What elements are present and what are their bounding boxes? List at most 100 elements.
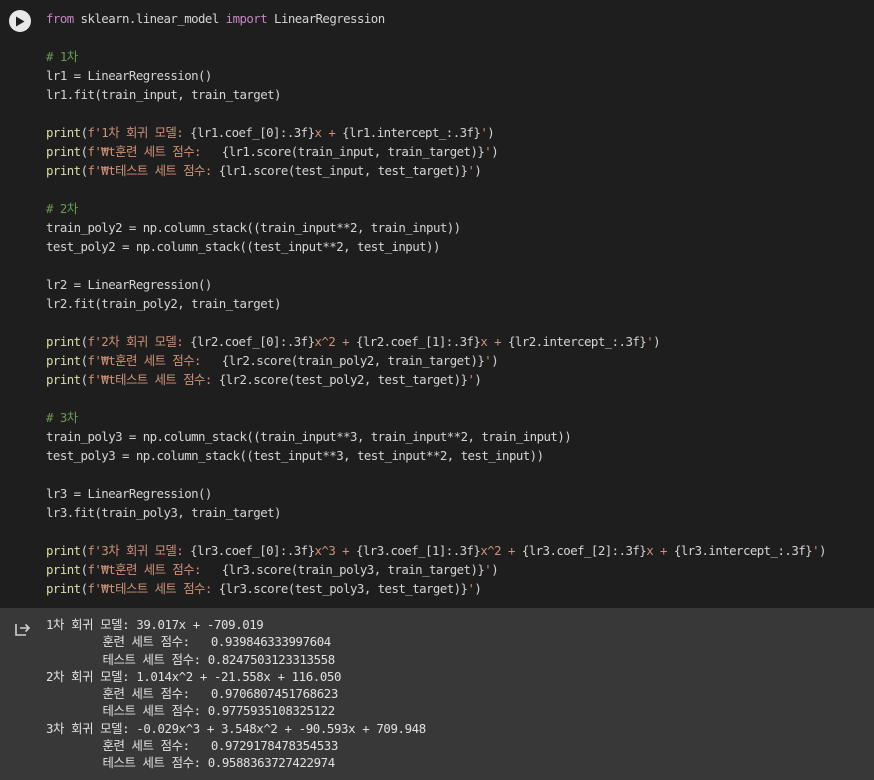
code-line: print(f'3차 회귀 모델: {lr3.coef_[0]:.3f}x^3 …: [46, 541, 826, 560]
code-token: ): [487, 125, 495, 140]
code-token: {lr2.score(train_poly2, train_target)}: [221, 353, 485, 368]
code-line: print(f'₩t테스트 세트 점수: {lr2.score(test_pol…: [46, 370, 826, 389]
code-token: f'₩t테스트 세트 점수:: [87, 581, 219, 596]
code-line: print(f'2차 회귀 모델: {lr2.coef_[0]:.3f}x^2 …: [46, 332, 826, 351]
code-token: lr1 = LinearRegression(): [46, 68, 212, 83]
code-token: {lr3.coef_[0]:.3f}: [190, 543, 315, 558]
code-line: lr1 = LinearRegression(): [46, 66, 826, 85]
code-token: # 2차: [46, 201, 78, 216]
code-line: lr2 = LinearRegression(): [46, 275, 826, 294]
code-token: {lr3.coef_[1]:.3f}: [355, 543, 481, 558]
output-line: 훈련 세트 점수: 0.939846333997604: [46, 634, 331, 650]
code-token: x +: [646, 543, 674, 558]
code-token: lr2 = LinearRegression(): [46, 277, 212, 292]
code-token: print: [46, 581, 81, 596]
code-token: {lr2.coef_[0]:.3f}: [190, 334, 315, 349]
code-token: {lr3.score(train_poly3, train_target)}: [221, 562, 485, 577]
code-token: print: [46, 334, 81, 349]
run-cell-button[interactable]: [9, 10, 31, 32]
code-token: import: [225, 11, 268, 26]
output-line: 테스트 세트 점수: 0.9588363727422974: [46, 755, 335, 771]
code-token: x^2 +: [480, 543, 522, 558]
output-line: 테스트 세트 점수: 0.8247503123313558: [46, 651, 335, 667]
code-token: f'₩t훈련 세트 점수:: [87, 144, 222, 159]
code-token: {lr2.coef_[1]:.3f}: [355, 334, 481, 349]
code-token: f'₩t훈련 세트 점수:: [87, 353, 222, 368]
code-token: ): [653, 334, 661, 349]
code-token: {lr3.score(test_poly3, test_target)}: [218, 581, 468, 596]
code-token: {lr1.score(train_input, train_target)}: [221, 144, 485, 159]
play-icon: [16, 16, 25, 26]
notebook-cell: from sklearn.linear_model import LinearR…: [0, 0, 874, 780]
output-line: 3차 회귀 모델: -0.029x^3 + 3.548x^2 + -90.593…: [46, 720, 426, 736]
output-text: 1차 회귀 모델: 39.017x + -709.019 훈련 세트 점수: 0…: [46, 616, 426, 772]
code-token: ): [474, 581, 482, 596]
code-token: ): [491, 562, 499, 577]
code-line: print(f'₩t훈련 세트 점수: {lr2.score(train_pol…: [46, 351, 826, 370]
code-token: f'2차 회귀 모델:: [87, 334, 191, 349]
code-line: print(f'₩t훈련 세트 점수: {lr3.score(train_pol…: [46, 560, 826, 579]
code-token: from: [46, 11, 74, 26]
code-line: train_poly3 = np.column_stack((train_inp…: [46, 427, 826, 446]
output-line: 2차 회귀 모델: 1.014x^2 + -21.558x + 116.050: [46, 668, 342, 684]
code-line: lr2.fit(train_poly2, train_target): [46, 294, 826, 313]
code-token: f'1차 회귀 모델:: [87, 125, 191, 140]
code-token: print: [46, 562, 81, 577]
code-token: x +: [314, 125, 343, 140]
code-line: print(f'₩t테스트 세트 점수: {lr3.score(test_pol…: [46, 579, 826, 598]
code-token: x^3 +: [314, 543, 356, 558]
code-token: # 3차: [46, 410, 78, 425]
output-line: 훈련 세트 점수: 0.9729178478354533: [46, 738, 338, 754]
code-line: test_poly2 = np.column_stack((test_input…: [46, 237, 826, 256]
code-token: lr2.fit(train_poly2, train_target): [46, 296, 281, 311]
code-token: test_poly3 = np.column_stack((test_input…: [46, 448, 544, 463]
code-token: lr1.fit(train_input, train_target): [46, 87, 281, 102]
code-token: x^2 +: [314, 334, 356, 349]
code-token: f'₩t훈련 세트 점수:: [87, 562, 222, 577]
output-line: 1차 회귀 모델: 39.017x + -709.019: [46, 617, 264, 632]
code-token: LinearRegression: [267, 11, 385, 26]
code-token: print: [46, 372, 81, 387]
code-line: lr1.fit(train_input, train_target): [46, 85, 826, 104]
code-line: lr3.fit(train_poly3, train_target): [46, 503, 826, 522]
code-token: ): [491, 353, 499, 368]
code-token: print: [46, 163, 81, 178]
code-line: print(f'₩t테스트 세트 점수: {lr1.score(test_inp…: [46, 161, 826, 180]
code-line: print(f'₩t훈련 세트 점수: {lr1.score(train_inp…: [46, 142, 826, 161]
code-token: {lr3.intercept_:.3f}: [673, 543, 813, 558]
code-line: # 2차: [46, 199, 826, 218]
code-token: ): [491, 144, 499, 159]
code-text[interactable]: from sklearn.linear_model import LinearR…: [46, 9, 826, 598]
code-token: print: [46, 125, 81, 140]
cell-output: 1차 회귀 모델: 39.017x + -709.019 훈련 세트 점수: 0…: [0, 608, 874, 780]
code-token: sklearn.linear_model: [73, 11, 226, 26]
code-token: f'₩t테스트 세트 점수:: [87, 163, 219, 178]
code-editor[interactable]: from sklearn.linear_model import LinearR…: [0, 0, 874, 608]
code-token: {lr1.intercept_:.3f}: [342, 125, 481, 140]
code-token: print: [46, 543, 81, 558]
code-line: test_poly3 = np.column_stack((test_input…: [46, 446, 826, 465]
code-line: # 3차: [46, 408, 826, 427]
code-token: {lr2.intercept_:.3f}: [508, 334, 647, 349]
output-line: 훈련 세트 점수: 0.9706807451768623: [46, 686, 338, 702]
code-line: from sklearn.linear_model import LinearR…: [46, 9, 826, 28]
code-token: {lr3.coef_[2]:.3f}: [521, 543, 647, 558]
code-token: train_poly2 = np.column_stack((train_inp…: [46, 220, 461, 235]
output-arrow-icon[interactable]: [13, 620, 31, 638]
code-line: lr3 = LinearRegression(): [46, 484, 826, 503]
code-token: print: [46, 353, 81, 368]
code-line: # 1차: [46, 47, 826, 66]
code-token: lr3 = LinearRegression(): [46, 486, 212, 501]
code-token: # 1차: [46, 49, 78, 64]
code-token: test_poly2 = np.column_stack((test_input…: [46, 239, 440, 254]
code-token: f'₩t테스트 세트 점수:: [87, 372, 219, 387]
code-token: {lr1.score(test_input, test_target)}: [218, 163, 468, 178]
code-token: {lr1.coef_[0]:.3f}: [190, 125, 315, 140]
